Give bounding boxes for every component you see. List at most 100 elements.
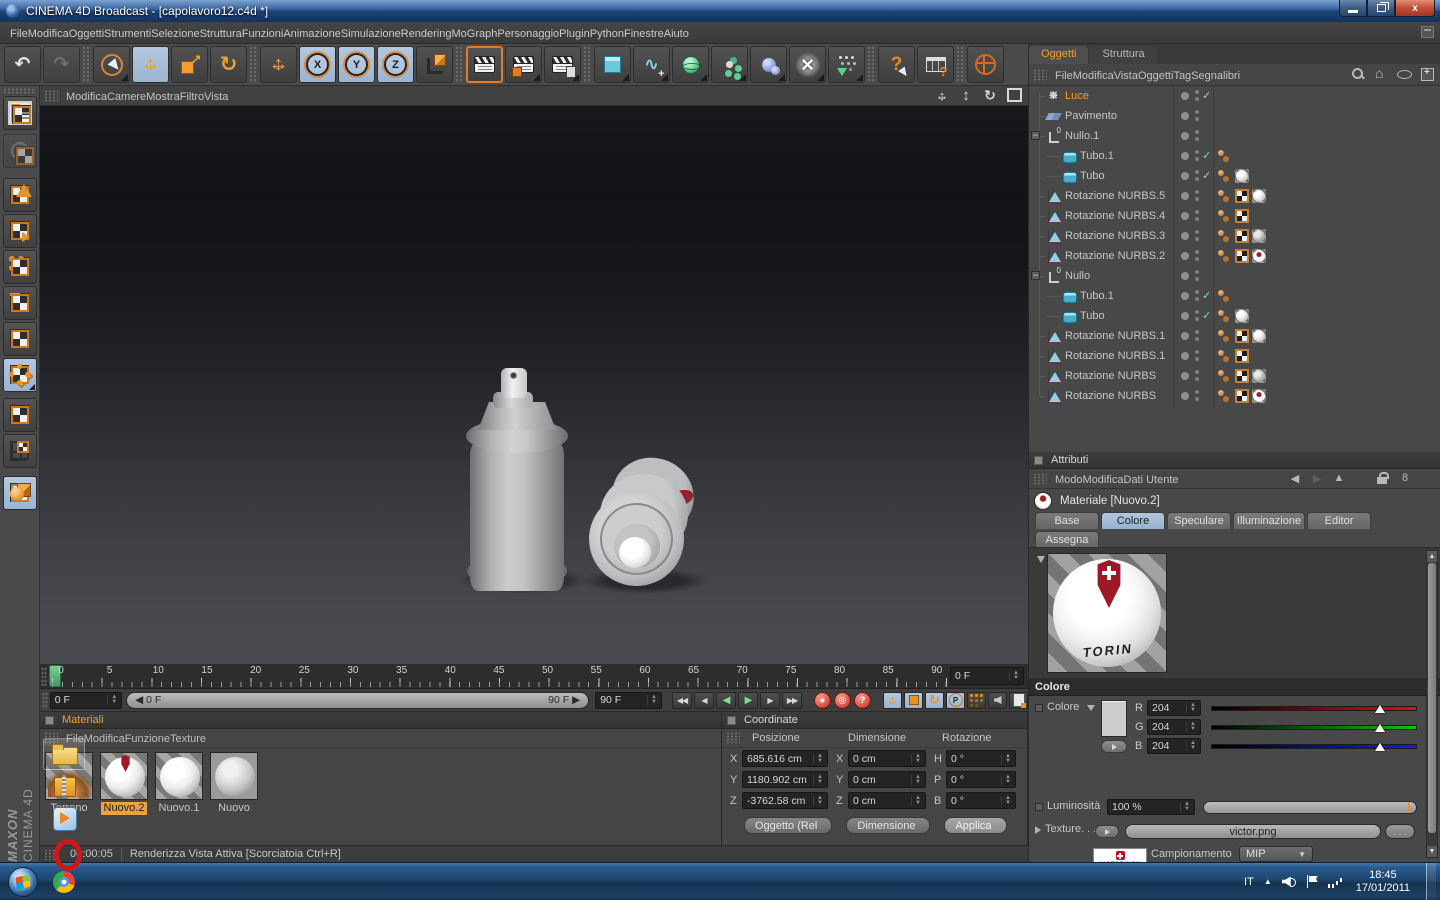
viewport-control-maxi[interactable] [1006, 87, 1022, 103]
menu-selezione[interactable]: Selezione [151, 28, 199, 40]
om-menu-modifica[interactable]: Modifica [1073, 70, 1114, 82]
viewport-canvas[interactable] [40, 106, 1028, 664]
record-autokey[interactable]: ◎ [834, 692, 851, 709]
toolbar-button-commander[interactable] [917, 46, 954, 83]
attr-tab-speculare[interactable]: Speculare [1167, 512, 1231, 529]
mat-white-tag-icon[interactable] [1235, 169, 1249, 183]
toolbar-button-redo[interactable] [43, 46, 80, 83]
luminosity-slider[interactable] [1203, 801, 1417, 814]
enabled-check-icon[interactable]: ✓ [1202, 309, 1211, 322]
phong-tag-icon[interactable] [1218, 309, 1232, 323]
object-label[interactable]: Nullo [1065, 270, 1090, 282]
editor-visibility-dot[interactable] [1181, 392, 1189, 400]
uvw-tag-icon[interactable] [1235, 209, 1249, 223]
mat-logo-tag-icon[interactable] [1252, 249, 1266, 263]
toolbar-button-sep5[interactable] [867, 46, 876, 83]
toggle-key-parameter[interactable] [946, 692, 965, 709]
phong-tag-icon[interactable] [1218, 369, 1232, 383]
tree-row[interactable]: − Rotazione NURBS.3 ✓ [1029, 226, 1440, 246]
taskbar-button-explorer[interactable] [43, 738, 85, 770]
toolbar-button-add-cube[interactable] [594, 46, 631, 83]
toolbar-button-online-help[interactable] [967, 46, 1004, 83]
render-visibility-dots[interactable] [1195, 170, 1199, 174]
toolbar-button-add-metaball[interactable] [750, 46, 787, 83]
toolbar-handle[interactable] [3, 88, 35, 94]
object-label[interactable]: Tubo [1080, 310, 1105, 322]
dropdown-icon[interactable] [1087, 705, 1095, 711]
om-icon-eye[interactable] [1397, 67, 1411, 81]
attr-icon-search[interactable] [1354, 471, 1368, 485]
panel-checkbox[interactable] [1034, 456, 1043, 465]
object-label[interactable]: Tubo.1 [1080, 150, 1114, 162]
texture-expand-icon[interactable] [1035, 826, 1041, 834]
mat-white-tag-icon[interactable] [1252, 189, 1266, 203]
tree-row[interactable]: − Nullo ✓ [1029, 266, 1440, 286]
enabled-check-icon[interactable]: ✓ [1202, 89, 1211, 102]
toolbar-button-render-view[interactable] [466, 46, 503, 83]
editor-visibility-dot[interactable] [1181, 112, 1189, 120]
material-thumb-logo-sphere[interactable] [100, 752, 148, 800]
attr-tab-editor[interactable]: Editor [1307, 512, 1371, 529]
phong-tag-icon[interactable] [1218, 389, 1232, 403]
render-visibility-dots[interactable] [1195, 330, 1199, 334]
object-label[interactable]: Tubo.1 [1080, 290, 1114, 302]
phong-tag-icon[interactable] [1218, 189, 1232, 203]
phong-tag-icon[interactable] [1218, 209, 1232, 223]
mode-button-points[interactable] [3, 250, 37, 284]
render-visibility-dots[interactable] [1195, 290, 1199, 294]
om-icon-search[interactable] [1351, 67, 1365, 81]
tree-row[interactable]: − Luce ✓ [1029, 86, 1440, 106]
current-frame-field[interactable]: 0 F▲▼ [950, 667, 1024, 685]
volume-icon[interactable] [1282, 876, 1296, 888]
range-end-field[interactable]: 90 F▲▼ [595, 692, 662, 709]
toolbar-button-undo[interactable] [4, 46, 41, 83]
mode-button-texture[interactable] [3, 398, 37, 432]
luminosity-anim-toggle[interactable] [1035, 803, 1043, 811]
editor-visibility-dot[interactable] [1181, 152, 1189, 160]
panel-checkbox[interactable] [45, 716, 54, 725]
menu-animazione[interactable]: Animazione [283, 28, 340, 40]
playback-prev-frame[interactable]: ◀ [694, 692, 714, 709]
om-menu-vista[interactable]: Vista [1114, 70, 1138, 82]
uvw-tag-icon[interactable] [1235, 369, 1249, 383]
material-preview-thumbnail[interactable]: TORIN [1047, 553, 1167, 673]
toolbar-button-sep3[interactable] [455, 46, 464, 83]
tree-row[interactable]: − Tubo ✓ [1029, 306, 1440, 326]
toolbar-button-add-spline[interactable] [633, 46, 670, 83]
uvw-tag-icon[interactable] [1235, 349, 1249, 363]
collapse-triangle-icon[interactable] [1037, 556, 1045, 563]
materials-menu-funzione[interactable]: Funzione [125, 733, 170, 745]
scrollbar-thumb[interactable] [1428, 563, 1436, 833]
mode-button-texaxis[interactable] [3, 434, 37, 468]
toggle-key-scale[interactable] [904, 692, 923, 709]
r-slider[interactable] [1211, 706, 1417, 711]
panel-handle[interactable] [41, 667, 47, 686]
record-record-keyframe[interactable]: ● [814, 692, 831, 709]
toolbar-button-move[interactable] [132, 46, 169, 83]
attr-icon-lock[interactable] [1376, 471, 1390, 485]
viewport-control-pan[interactable] [934, 87, 950, 103]
r-field[interactable]: 204▲▼ [1147, 700, 1201, 716]
panel-handle[interactable] [1033, 69, 1047, 81]
mode-button-objects3d[interactable] [3, 476, 37, 510]
mode-button-objaxis[interactable] [3, 214, 37, 248]
materials-menu-modifica[interactable]: Modifica [84, 733, 125, 745]
om-icon-addpanel[interactable] [1420, 67, 1434, 81]
menu-file[interactable]: File [10, 28, 28, 40]
mat-gray-tag-icon[interactable] [1252, 229, 1266, 243]
phong-tag-icon[interactable] [1218, 329, 1232, 343]
minimize-button[interactable] [1339, 0, 1367, 17]
rotation-field[interactable]: 0 °▲▼ [946, 750, 1016, 767]
phong-tag-icon[interactable] [1218, 349, 1232, 363]
object-label[interactable]: Pavimento [1065, 110, 1117, 122]
enabled-check-icon[interactable]: ✓ [1202, 289, 1211, 302]
texture-popup-button[interactable] [1095, 825, 1119, 838]
sampling-dropdown[interactable]: MIP▼ [1239, 846, 1313, 862]
mat-gray-tag-icon[interactable] [1252, 369, 1266, 383]
scroll-down-icon[interactable]: ▼ [1427, 846, 1437, 857]
toolbar-button-lock-y[interactable] [338, 46, 375, 83]
render-visibility-dots[interactable] [1195, 390, 1199, 394]
material-label[interactable]: Nuovo.2 [101, 802, 148, 815]
position-field[interactable]: 1180.902 cm▲▼ [742, 771, 828, 788]
attr-tab-colore[interactable]: Colore [1101, 512, 1165, 529]
